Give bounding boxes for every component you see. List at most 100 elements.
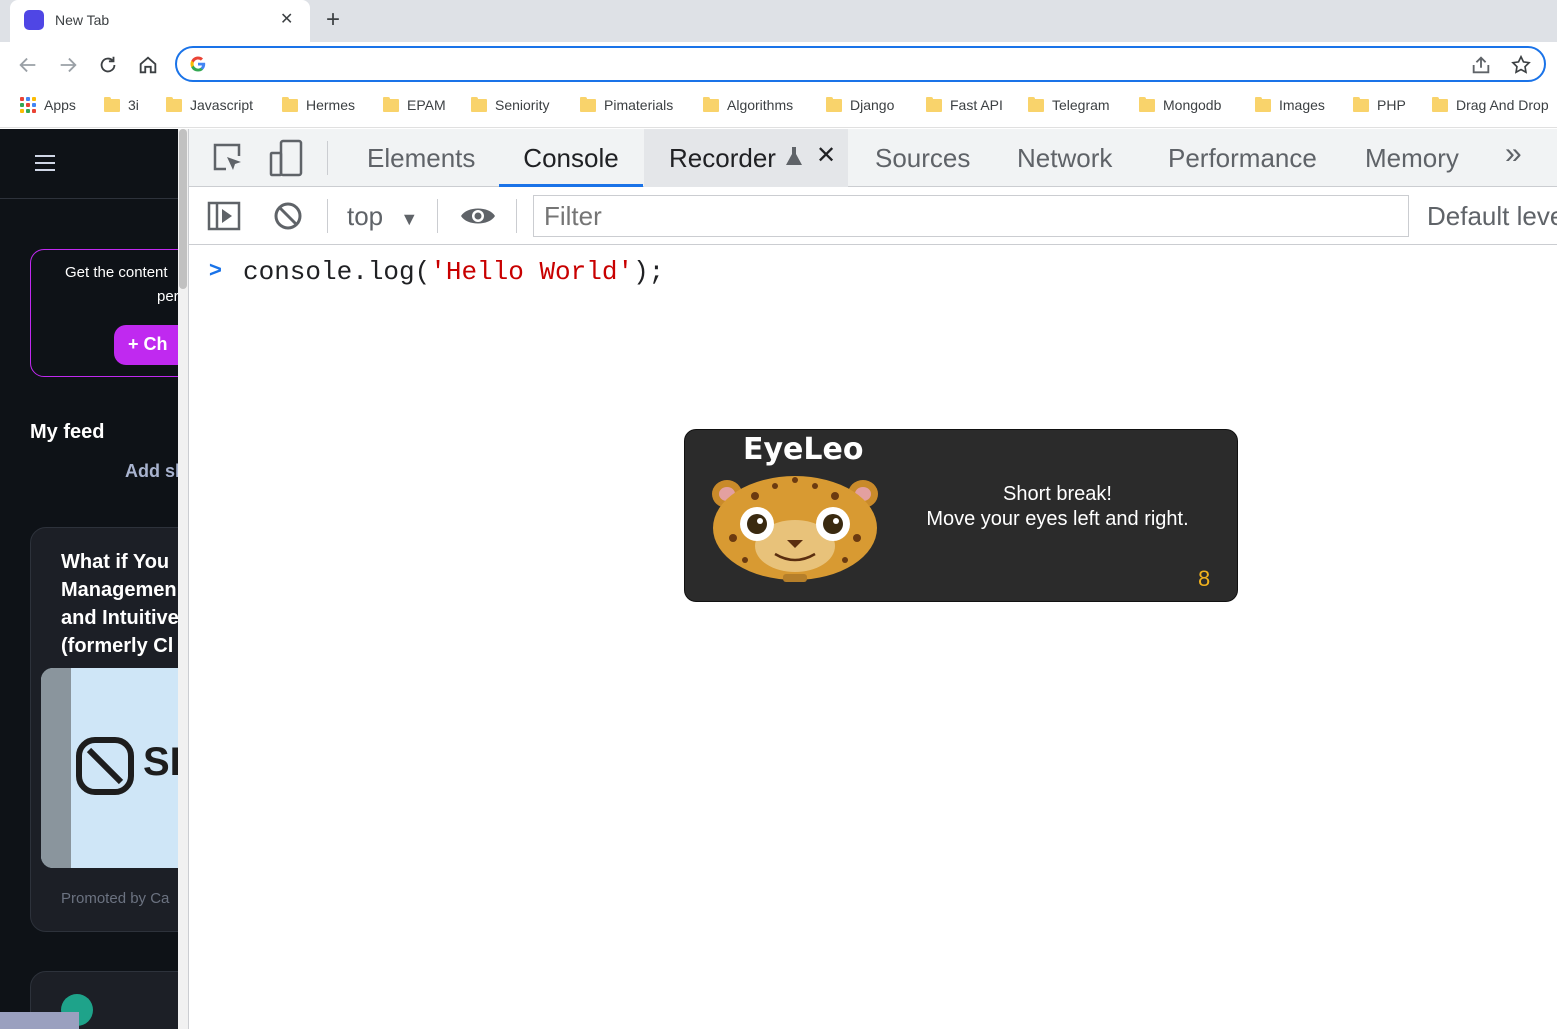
context-selector[interactable]: top ▼: [347, 201, 418, 232]
bookmark-folder[interactable]: Hermes: [282, 97, 355, 113]
add-shortcut-link[interactable]: Add sh: [125, 461, 186, 482]
tab-new-tab[interactable]: New Tab ✕: [10, 0, 310, 42]
bookmark-folder[interactable]: PHP: [1353, 97, 1406, 113]
horizontal-scrollbar[interactable]: [0, 1012, 79, 1029]
console-toolbar: top ▼ Default leve: [189, 187, 1557, 245]
console-output: > console.log('Hello World');: [189, 245, 1557, 1029]
card-title: What if You Managemen and Intuitive (for…: [61, 551, 179, 657]
promo-button[interactable]: + Ch: [114, 325, 188, 365]
bookmark-label: Django: [850, 97, 895, 113]
bookmark-folder[interactable]: Fast API: [926, 97, 1003, 113]
tab-close-icon[interactable]: ✕: [816, 141, 836, 170]
tab-title: New Tab: [55, 12, 110, 28]
promo-text: Get the content: [65, 264, 168, 281]
tab-favicon-icon: [24, 10, 44, 30]
browser-toolbar: [0, 42, 1557, 88]
bookmark-apps[interactable]: Apps: [20, 97, 76, 113]
bookmark-folder[interactable]: Mongodb: [1139, 97, 1221, 113]
bookmark-folder[interactable]: Django: [826, 97, 894, 113]
folder-icon: [1255, 97, 1271, 113]
promo-box: Get the content per + Ch: [30, 249, 188, 377]
page-viewport: Get the content per + Ch My feed Add sh …: [0, 129, 188, 1029]
bookmark-label: EPAM: [407, 97, 446, 113]
address-bar[interactable]: [175, 46, 1546, 82]
eyeleo-message: Short break! Move your eyes left and rig…: [885, 482, 1230, 532]
devtools-tab-bar: Elements Console Recorder ✕ Sources Netw…: [189, 129, 1557, 187]
filter-input[interactable]: [533, 195, 1409, 237]
bookmark-folder[interactable]: Javascript: [166, 97, 253, 113]
tab-close-icon[interactable]: ✕: [280, 9, 293, 29]
home-icon[interactable]: [137, 54, 159, 76]
bookmark-label: Mongodb: [1163, 97, 1222, 113]
tab-network[interactable]: Network: [1017, 129, 1112, 187]
hamburger-menu-icon[interactable]: [35, 155, 55, 176]
more-tabs-icon[interactable]: »: [1505, 129, 1522, 187]
card-footer: Promoted by Ca: [61, 890, 170, 907]
google-icon: [190, 56, 206, 72]
bookmark-folder[interactable]: Seniority: [471, 97, 549, 113]
apps-grid-icon: [20, 97, 36, 113]
tab-memory[interactable]: Memory: [1365, 129, 1459, 187]
bookmark-label: Javascript: [190, 97, 254, 113]
scrollbar-thumb[interactable]: [179, 129, 187, 289]
inspect-element-icon[interactable]: [211, 141, 245, 175]
separator: [327, 141, 328, 175]
clear-console-icon[interactable]: [273, 201, 303, 231]
reload-icon[interactable]: [97, 54, 119, 76]
tab-recorder-label: Recorder: [669, 143, 776, 173]
toggle-sidebar-icon[interactable]: [207, 201, 241, 231]
card-logo-text: SI: [143, 740, 181, 784]
feed-card[interactable]: What if You Managemen and Intuitive (for…: [30, 527, 188, 932]
eyeleo-message-line2: Move your eyes left and right.: [926, 508, 1189, 530]
back-arrow-icon[interactable]: [17, 54, 39, 76]
bookmark-label: Algorithms: [727, 97, 794, 113]
code-prefix: console.log(: [243, 257, 431, 287]
bookmark-label: Images: [1279, 97, 1325, 113]
bookmark-label: Drag And Drop: [1456, 97, 1549, 113]
folder-icon: [926, 97, 942, 113]
bookmark-label: Fast API: [950, 97, 1003, 113]
tab-console[interactable]: Console: [499, 129, 643, 187]
share-icon[interactable]: [1470, 54, 1492, 76]
tab-recorder[interactable]: Recorder ✕: [644, 129, 848, 187]
log-levels-dropdown[interactable]: Default leve: [1427, 201, 1557, 232]
bookmark-label: Pimaterials: [604, 97, 674, 113]
folder-icon: [1028, 97, 1044, 113]
code-suffix: );: [633, 257, 665, 287]
bookmark-folder[interactable]: Images: [1255, 97, 1325, 113]
card-image-shade: [41, 668, 71, 868]
bookmark-folder[interactable]: Telegram: [1028, 97, 1110, 113]
tab-performance[interactable]: Performance: [1168, 129, 1317, 187]
feed-title: My feed: [30, 421, 105, 443]
bookmark-label: Hermes: [306, 97, 356, 113]
folder-icon: [1139, 97, 1155, 113]
eyeleo-popup[interactable]: EyeLeo Short break! Move your eyes left …: [684, 429, 1238, 602]
bookmarks-bar: Apps 3i Javascript Hermes EPAM Seniority…: [0, 88, 1557, 128]
bookmark-folder[interactable]: EPAM: [383, 97, 446, 113]
promo-text-2: per: [157, 288, 179, 305]
chevron-down-icon: ▼: [400, 209, 419, 229]
bookmark-label: Telegram: [1052, 97, 1110, 113]
folder-icon: [104, 97, 120, 113]
bookmark-folder[interactable]: Pimaterials: [580, 97, 673, 113]
forward-arrow-icon[interactable]: [57, 54, 79, 76]
console-input-line[interactable]: console.log('Hello World');: [243, 257, 664, 287]
leopard-mascot-icon: [712, 476, 878, 582]
address-input[interactable]: [217, 52, 1457, 76]
bookmark-folder[interactable]: Algorithms: [703, 97, 793, 113]
bookmark-label: 3i: [128, 97, 139, 113]
bookmark-folder[interactable]: Drag And Drop: [1432, 97, 1549, 113]
eyeleo-countdown: 8: [1198, 566, 1211, 591]
separator: [327, 199, 328, 233]
separator: [516, 199, 517, 233]
folder-icon: [1432, 97, 1448, 113]
live-expression-eye-icon[interactable]: [459, 203, 497, 229]
device-toolbar-icon[interactable]: [269, 139, 303, 177]
bookmark-folder[interactable]: 3i: [104, 97, 139, 113]
vertical-scrollbar[interactable]: [178, 129, 188, 1029]
tab-sources[interactable]: Sources: [875, 129, 970, 187]
new-tab-button[interactable]: +: [326, 6, 340, 34]
tab-elements[interactable]: Elements: [367, 129, 475, 187]
bookmark-star-icon[interactable]: [1510, 54, 1532, 76]
eyeleo-title: EyeLeo: [743, 432, 864, 467]
